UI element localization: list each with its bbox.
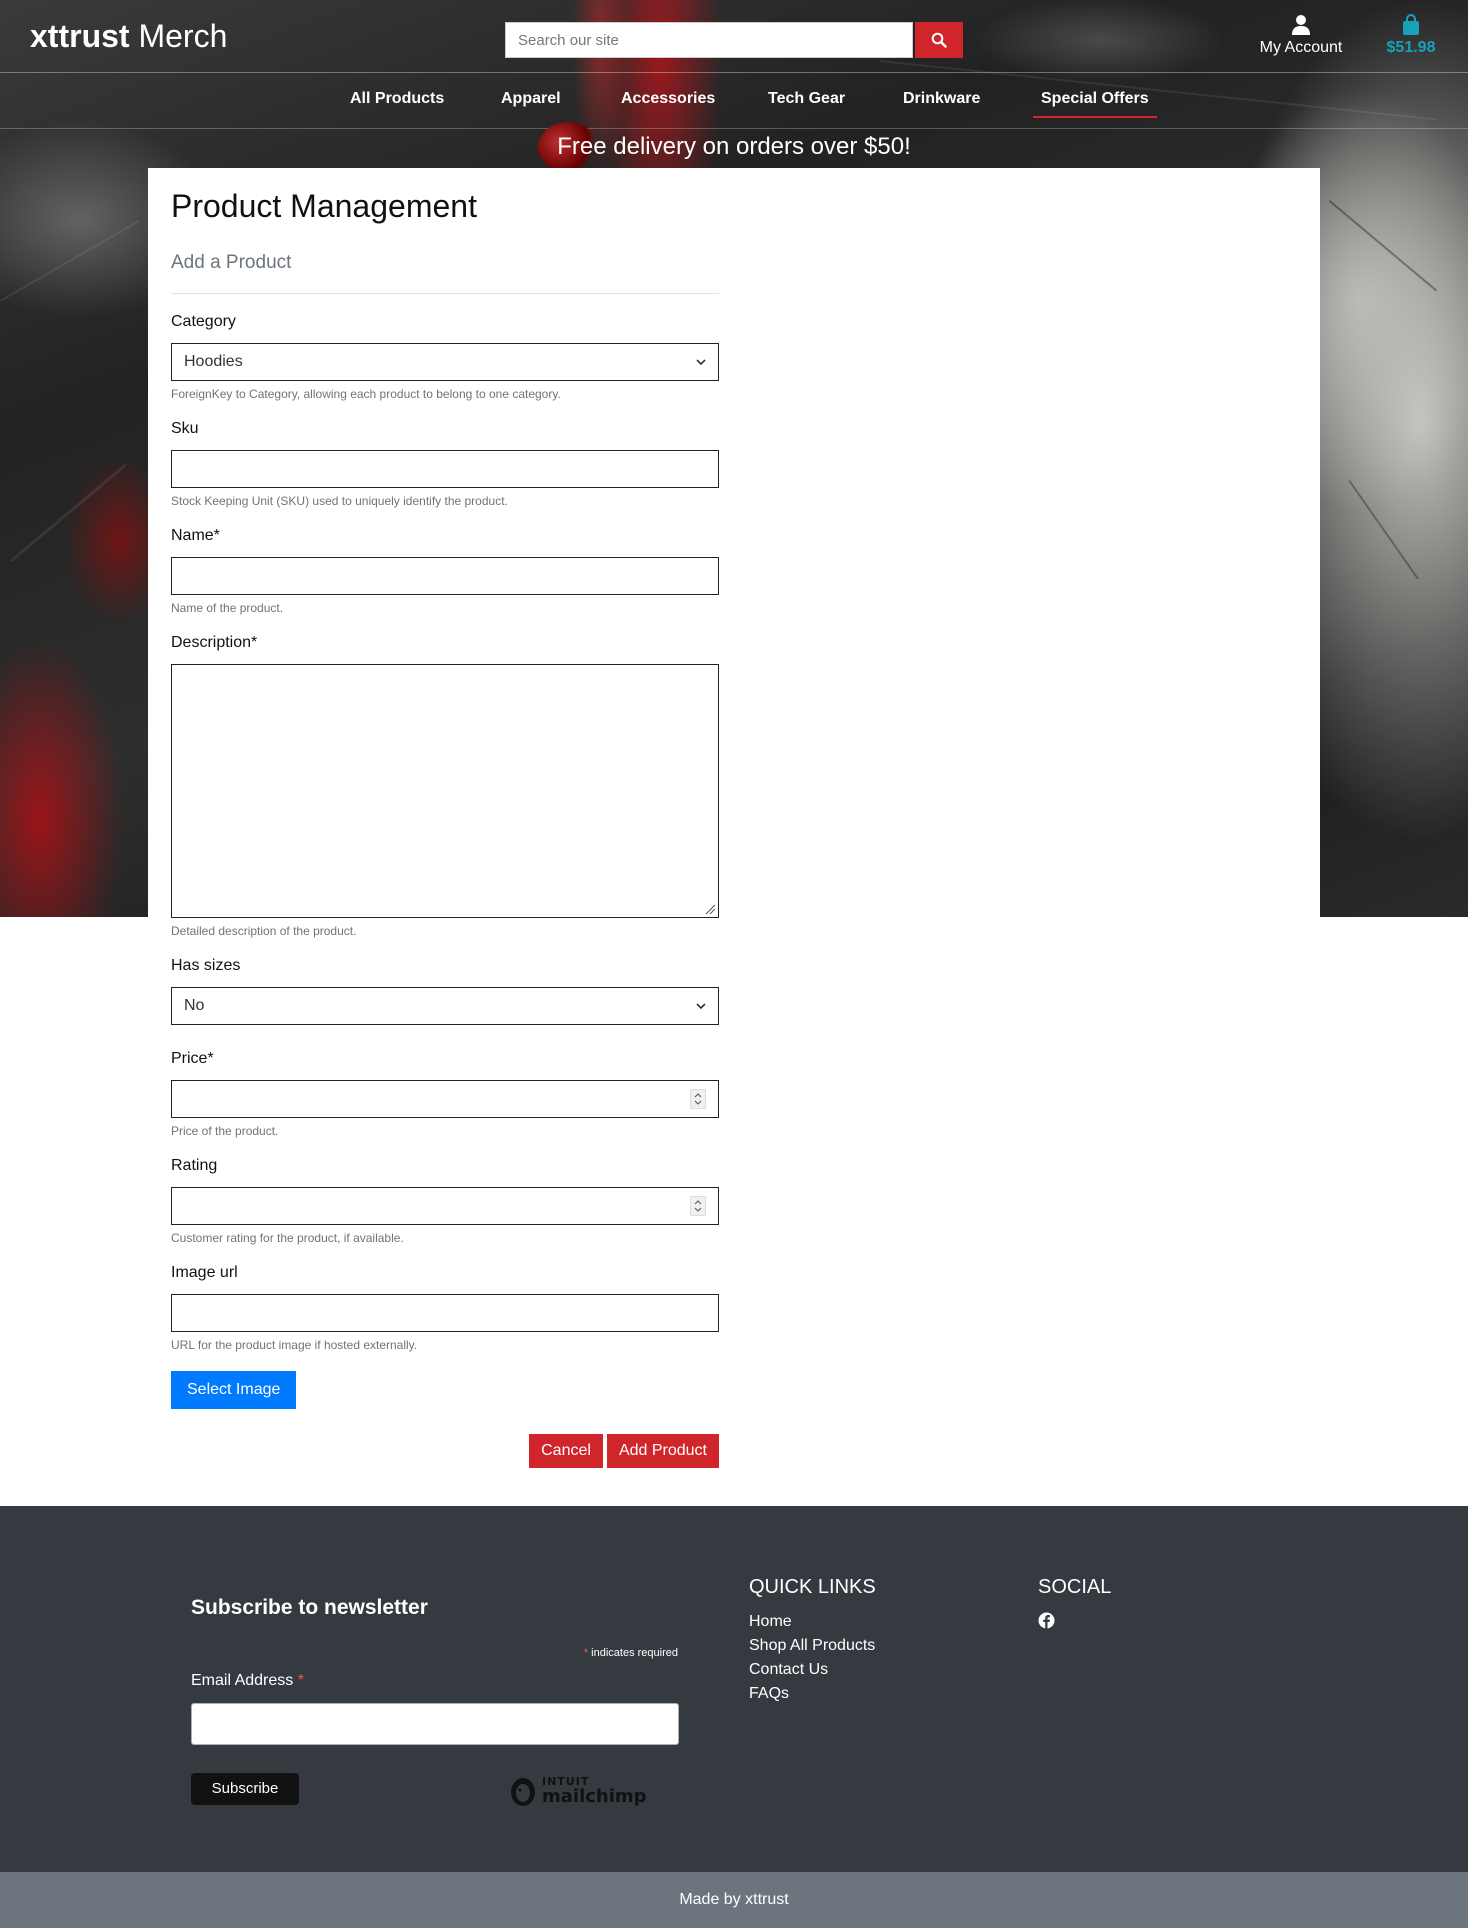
sku-label: Sku: [171, 420, 199, 437]
add-product-form: Category Hoodies ForeignKey to Category,…: [171, 313, 719, 1409]
section-divider: [171, 293, 719, 294]
mailchimp-logo[interactable]: INTUIT mailchimp: [508, 1774, 647, 1810]
name-help: Name of the product.: [171, 601, 284, 615]
has-sizes-select[interactable]: No: [171, 987, 719, 1025]
page-subtitle: Add a Product: [171, 252, 292, 273]
description-textarea[interactable]: [171, 664, 719, 918]
search-input[interactable]: [505, 22, 913, 58]
sku-help: Stock Keeping Unit (SKU) used to uniquel…: [171, 494, 508, 508]
nav-all-products[interactable]: All Products: [350, 90, 444, 108]
background-streak: [1328, 200, 1438, 292]
page-title: Product Management: [171, 188, 477, 224]
copyright-bar: Made by xttrust: [0, 1872, 1468, 1928]
description-label: Description*: [171, 634, 258, 651]
quick-link-home[interactable]: Home: [749, 1610, 875, 1634]
add-product-button[interactable]: Add Product: [606, 1434, 719, 1468]
price-help: Price of the product.: [171, 1124, 279, 1138]
search-icon: [931, 32, 947, 48]
subscribe-button[interactable]: Subscribe: [191, 1773, 299, 1805]
mailchimp-icon: [511, 1778, 535, 1806]
image-url-input[interactable]: [171, 1294, 719, 1332]
chevron-down-icon: [696, 1003, 706, 1010]
search-button[interactable]: [915, 22, 963, 58]
main-nav: All Products Apparel Accessories Tech Ge…: [0, 90, 1468, 120]
stepper-arrows-icon: [694, 1200, 702, 1212]
email-required-star: *: [297, 1672, 304, 1689]
newsletter-title: Subscribe to newsletter: [191, 1596, 428, 1619]
newsletter-email-input[interactable]: [191, 1703, 679, 1745]
facebook-icon[interactable]: [1038, 1612, 1055, 1629]
user-icon: [1292, 15, 1310, 35]
social-title: SOCIAL: [1038, 1576, 1112, 1598]
select-image-button[interactable]: Select Image: [171, 1371, 297, 1409]
rating-label: Rating: [171, 1157, 218, 1174]
resize-grip-icon[interactable]: [704, 903, 716, 915]
background-streak: [10, 463, 127, 563]
category-selected-value: Hoodies: [184, 353, 243, 370]
background-streak: [1348, 480, 1419, 580]
site-header: xttrust Merch My Account $51.98 All Prod…: [0, 0, 1468, 172]
nav-drinkware[interactable]: Drinkware: [903, 90, 980, 108]
email-label-text: Email Address: [191, 1672, 298, 1689]
shopping-bag-icon: [1403, 14, 1419, 35]
required-note-text: indicates required: [588, 1647, 678, 1659]
promo-banner: Free delivery on orders over $50!: [557, 133, 911, 160]
category-help: ForeignKey to Category, allowing each pr…: [171, 387, 561, 401]
cart-total: $51.98: [1386, 39, 1436, 56]
brand-name-rest: Merch: [129, 18, 228, 54]
has-sizes-selected-value: No: [184, 997, 205, 1014]
number-stepper[interactable]: [690, 1196, 706, 1216]
image-url-label: Image url: [171, 1264, 238, 1281]
cancel-button[interactable]: Cancel: [529, 1434, 603, 1468]
has-sizes-label: Has sizes: [171, 957, 241, 974]
quick-link-faqs[interactable]: FAQs: [749, 1682, 875, 1706]
promo-divider: [0, 128, 1468, 129]
quick-links-title: QUICK LINKS: [749, 1576, 876, 1598]
required-note: * indicates required: [580, 1647, 678, 1659]
site-footer: Subscribe to newsletter * indicates requ…: [0, 1506, 1468, 1872]
my-account-label: My Account: [1259, 39, 1343, 56]
chevron-down-icon: [696, 359, 706, 366]
category-select[interactable]: Hoodies: [171, 343, 719, 381]
description-help: Detailed description of the product.: [171, 924, 357, 938]
quick-link-shop[interactable]: Shop All Products: [749, 1634, 875, 1658]
mailchimp-big-text: mailchimp: [542, 1786, 647, 1807]
quick-links-list: Home Shop All Products Contact Us FAQs: [749, 1610, 875, 1706]
sku-input[interactable]: [171, 450, 719, 488]
background-streak: [0, 220, 140, 302]
nav-accessories[interactable]: Accessories: [621, 90, 715, 108]
name-input[interactable]: [171, 557, 719, 595]
nav-divider: [0, 72, 1468, 73]
price-label: Price*: [171, 1050, 214, 1067]
nav-apparel[interactable]: Apparel: [501, 90, 561, 108]
my-account-link[interactable]: My Account: [1256, 14, 1346, 57]
form-actions: Cancel Add Product: [171, 1434, 719, 1468]
main-content: Product Management Add a Product Categor…: [148, 168, 1320, 1506]
brand-name-bold: xttrust: [30, 18, 130, 54]
number-stepper[interactable]: [690, 1089, 706, 1109]
brand-logo[interactable]: xttrust Merch: [30, 18, 227, 55]
category-label: Category: [171, 313, 236, 330]
quick-link-contact[interactable]: Contact Us: [749, 1658, 875, 1682]
price-input[interactable]: [171, 1080, 719, 1118]
image-url-help: URL for the product image if hosted exte…: [171, 1338, 418, 1352]
shopping-cart-link[interactable]: $51.98: [1380, 14, 1442, 57]
stepper-arrows-icon: [694, 1093, 702, 1105]
search-form: [505, 22, 963, 58]
nav-tech-gear[interactable]: Tech Gear: [768, 90, 845, 108]
rating-input[interactable]: [171, 1187, 719, 1225]
nav-special-offers[interactable]: Special Offers: [1033, 90, 1157, 118]
email-label: Email Address *: [191, 1672, 304, 1690]
name-label: Name*: [171, 527, 220, 544]
rating-help: Customer rating for the product, if avai…: [171, 1231, 404, 1245]
